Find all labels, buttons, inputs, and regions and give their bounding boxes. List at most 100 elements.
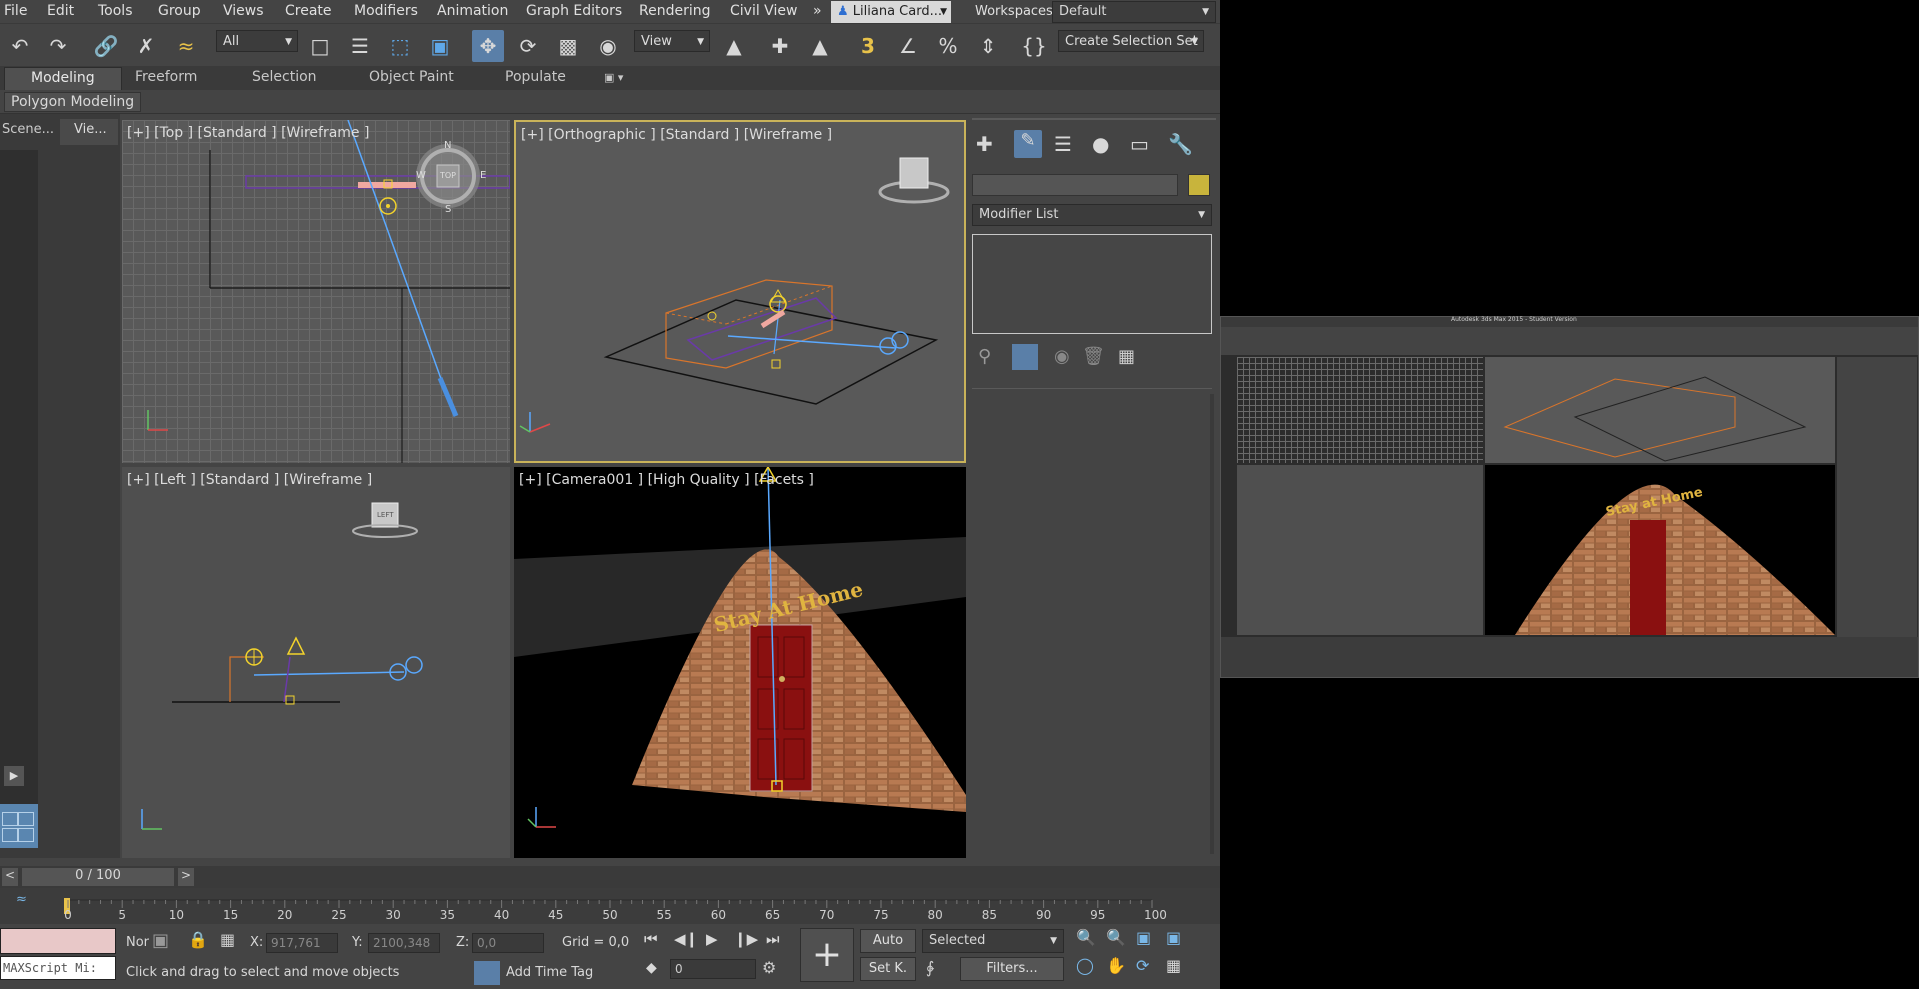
remove-modifier-icon[interactable]: 🗑: [1082, 346, 1105, 367]
select-and-rotate-icon[interactable]: ⟳: [512, 30, 544, 62]
tab-viewport-layouts[interactable]: Vie...: [60, 119, 118, 145]
key-tangent-icon[interactable]: ∲: [926, 958, 934, 977]
keyboard-shortcut-override-icon[interactable]: ▲: [804, 30, 836, 62]
maxscript-listener-top[interactable]: [0, 928, 116, 954]
make-unique-icon[interactable]: ◉: [1054, 346, 1070, 367]
tab-object-paint[interactable]: Object Paint: [369, 69, 454, 85]
show-end-result-icon[interactable]: [1012, 344, 1038, 370]
ribbon-options-icon[interactable]: ▣ ▾: [604, 71, 623, 84]
pan-icon[interactable]: ✋: [1106, 956, 1126, 975]
redo-icon[interactable]: ↷: [42, 30, 74, 62]
menu-civil-view[interactable]: Civil View: [730, 3, 797, 19]
motion-tab-icon[interactable]: ●: [1092, 132, 1109, 156]
expand-arrow-icon[interactable]: ▶: [4, 766, 24, 786]
selection-filter-select[interactable]: All ▼: [216, 30, 298, 52]
tab-freeform[interactable]: Freeform: [135, 69, 197, 85]
next-key-icon[interactable]: ❙▶: [734, 930, 758, 948]
viewport-orthographic[interactable]: [+] [Orthographic ] [Standard ] [Wirefra…: [514, 120, 966, 463]
pivot-center-icon[interactable]: ▲: [718, 30, 750, 62]
snaps-toggle-icon[interactable]: 3: [852, 30, 884, 62]
field-of-view-icon[interactable]: ◯: [1076, 956, 1094, 975]
bind-space-warp-icon[interactable]: ≈: [170, 30, 202, 62]
window-crossing-icon[interactable]: ▣: [424, 30, 456, 62]
lock-icon[interactable]: 🔒: [188, 930, 208, 949]
configure-modifier-sets-icon[interactable]: ▦: [1118, 346, 1135, 367]
modifier-stack-list[interactable]: [972, 234, 1212, 334]
manipulate-icon[interactable]: ✚: [764, 30, 796, 62]
edit-named-selection-icon[interactable]: {}: [1018, 30, 1050, 62]
select-object-icon[interactable]: □: [304, 30, 336, 62]
orbit-icon[interactable]: ⟳: [1136, 956, 1149, 975]
y-coordinate-input[interactable]: 2100,348: [368, 933, 440, 953]
filters-button[interactable]: Filters...: [960, 957, 1064, 981]
angle-snap-icon[interactable]: ∠: [892, 30, 924, 62]
user-account-button[interactable]: ♟ Liliana Card... ▼: [831, 1, 951, 23]
viewport-left[interactable]: [+] [Left ] [Standard ] [Wireframe ] LEF…: [122, 467, 510, 858]
select-and-move-icon[interactable]: ✥: [472, 30, 504, 62]
previous-frame-icon[interactable]: <: [2, 868, 18, 886]
time-configuration-icon[interactable]: ⚙: [762, 958, 776, 977]
link-icon[interactable]: 🔗: [90, 30, 122, 62]
current-frame-input[interactable]: 0: [670, 959, 756, 979]
go-to-start-icon[interactable]: ⏮: [644, 930, 658, 948]
zoom-all-icon[interactable]: 🔍: [1106, 928, 1126, 947]
maximize-viewport-icon[interactable]: ▦: [1166, 956, 1181, 975]
viewport-label[interactable]: [+] [Top ] [Standard ] [Wireframe ]: [127, 125, 369, 141]
unlink-icon[interactable]: ✗: [130, 30, 162, 62]
viewport-layout-icon[interactable]: [0, 804, 38, 848]
menu-graph-editors[interactable]: Graph Editors: [526, 3, 622, 19]
auto-key-button[interactable]: Auto: [860, 929, 916, 953]
create-key-button[interactable]: +: [800, 928, 854, 982]
viewport-camera[interactable]: [+] [Camera001 ] [High Quality ] [Facets…: [514, 467, 966, 858]
undo-icon[interactable]: ↶: [4, 30, 36, 62]
command-panel-scrollbar[interactable]: [1210, 394, 1214, 854]
menu-rendering[interactable]: Rendering: [639, 3, 711, 19]
tab-scene[interactable]: Scene...: [0, 122, 56, 144]
menu-animation[interactable]: Animation: [437, 3, 508, 19]
key-filter-select[interactable]: Selected ▼: [922, 929, 1064, 953]
isolate-selection-icon[interactable]: ▣: [152, 930, 169, 951]
select-and-place-icon[interactable]: ◉: [592, 30, 624, 62]
menu-group[interactable]: Group: [158, 3, 201, 19]
next-frame-icon[interactable]: >: [178, 868, 194, 886]
spinner-snap-icon[interactable]: ⇕: [972, 30, 1004, 62]
secondary-screen-preview[interactable]: Autodesk 3ds Max 2015 - Student Version …: [1220, 316, 1919, 678]
add-time-tag-label[interactable]: Add Time Tag: [506, 965, 593, 980]
maxscript-mini-listener[interactable]: MAXScript Mi:: [0, 956, 116, 980]
menu-edit[interactable]: Edit: [47, 3, 74, 19]
display-tab-icon[interactable]: ▭: [1130, 132, 1149, 156]
polygon-modeling-button[interactable]: Polygon Modeling: [4, 92, 142, 112]
zoom-extents-all-icon[interactable]: ▣: [1166, 928, 1181, 947]
modify-tab-icon[interactable]: ✎: [1014, 130, 1042, 158]
menu-modifiers[interactable]: Modifiers: [354, 3, 418, 19]
x-coordinate-input[interactable]: 917,761: [266, 933, 338, 953]
create-tab-icon[interactable]: ✚: [976, 132, 993, 156]
percent-snap-icon[interactable]: %: [932, 30, 964, 62]
tab-populate[interactable]: Populate: [505, 69, 566, 85]
go-to-end-icon[interactable]: ⏭: [766, 930, 780, 948]
viewport-label[interactable]: [+] [Camera001 ] [High Quality ] [Facets…: [519, 472, 814, 488]
key-mode-toggle-icon[interactable]: ◆: [646, 960, 657, 976]
rectangular-selection-icon[interactable]: ⬚: [384, 30, 416, 62]
tab-selection[interactable]: Selection: [252, 69, 317, 85]
menu-create[interactable]: Create: [285, 3, 332, 19]
track-bar[interactable]: ≈ 0 5 10 15 20 25 30 35 40 45 50 55 60 65 70 75 80 85 90 95…: [0, 888, 1220, 924]
pin-stack-icon[interactable]: ⚲: [978, 346, 991, 367]
create-selection-set-select[interactable]: Create Selection Set ▼: [1058, 30, 1204, 52]
previous-key-icon[interactable]: ◀❙: [674, 930, 698, 948]
zoom-icon[interactable]: 🔍: [1076, 928, 1096, 947]
viewport-label[interactable]: [+] [Orthographic ] [Standard ] [Wirefra…: [521, 127, 832, 143]
object-name-input[interactable]: [972, 174, 1178, 196]
zoom-extents-icon[interactable]: ▣: [1136, 928, 1151, 947]
view-cube-left[interactable]: LEFT: [377, 511, 394, 519]
select-and-scale-icon[interactable]: ▩: [552, 30, 584, 62]
modifier-list-select[interactable]: Modifier List ▼: [972, 204, 1212, 226]
viewport-top[interactable]: [+] [Top ] [Standard ] [Wireframe ] TOP …: [122, 120, 510, 463]
viewport-label[interactable]: [+] [Left ] [Standard ] [Wireframe ]: [127, 472, 372, 488]
menu-overflow-icon[interactable]: »: [813, 3, 822, 19]
hierarchy-tab-icon[interactable]: ☰: [1054, 132, 1072, 156]
workspace-select[interactable]: Default ▼: [1052, 1, 1216, 23]
utilities-tab-icon[interactable]: 🔧: [1168, 132, 1193, 156]
z-coordinate-input[interactable]: 0,0: [472, 933, 544, 953]
time-tag-icon[interactable]: [474, 961, 500, 985]
